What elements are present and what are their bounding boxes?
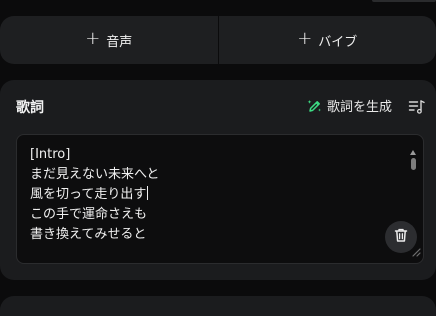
add-voice-label: 音声 [106,31,132,50]
plus-icon: + [85,30,100,48]
lyrics-panel: 歌詞 歌詞を生成 [Intro] まだ見えない未来へと 風を切って走り出す この… [0,80,436,280]
music-list-icon[interactable] [408,98,426,120]
add-voice-button[interactable]: + 音声 [0,16,218,64]
add-vibe-label: バイブ [318,31,357,50]
lyric-line: この手で運命さえも [30,205,390,225]
scroll-up-arrow[interactable] [410,150,416,155]
generate-lyrics-button[interactable]: 歌詞を生成 [307,96,392,115]
previous-control-edge [372,0,436,2]
add-row: + 音声 + バイブ [0,16,436,64]
pencil-sparkle-icon [307,98,323,114]
lyrics-title: 歌詞 [16,97,44,117]
scrollbar-thumb[interactable] [411,158,416,170]
lyric-line: まだ見えない未来へと [30,165,390,185]
lyric-line: 書き換えてみせると [30,225,390,243]
text-caret [147,186,148,200]
plus-icon: + [297,30,312,48]
resize-grip-icon[interactable] [411,242,421,261]
lyrics-text[interactable]: [Intro] まだ見えない未来へと 風を切って走り出す この手で運命さえも 書… [30,145,390,243]
lyric-line: [Intro] [30,145,390,165]
lyric-line-text: 風を切って走り出す [30,187,146,202]
lyric-line-current: 風を切って走り出す [30,185,390,205]
lyrics-editor[interactable]: [Intro] まだ見えない未来へと 風を切って走り出す この手で運命さえも 書… [16,134,424,264]
add-vibe-button[interactable]: + バイブ [219,16,436,64]
generate-lyrics-label: 歌詞を生成 [327,96,392,115]
trash-icon [393,227,409,247]
next-panel-edge [0,296,436,316]
